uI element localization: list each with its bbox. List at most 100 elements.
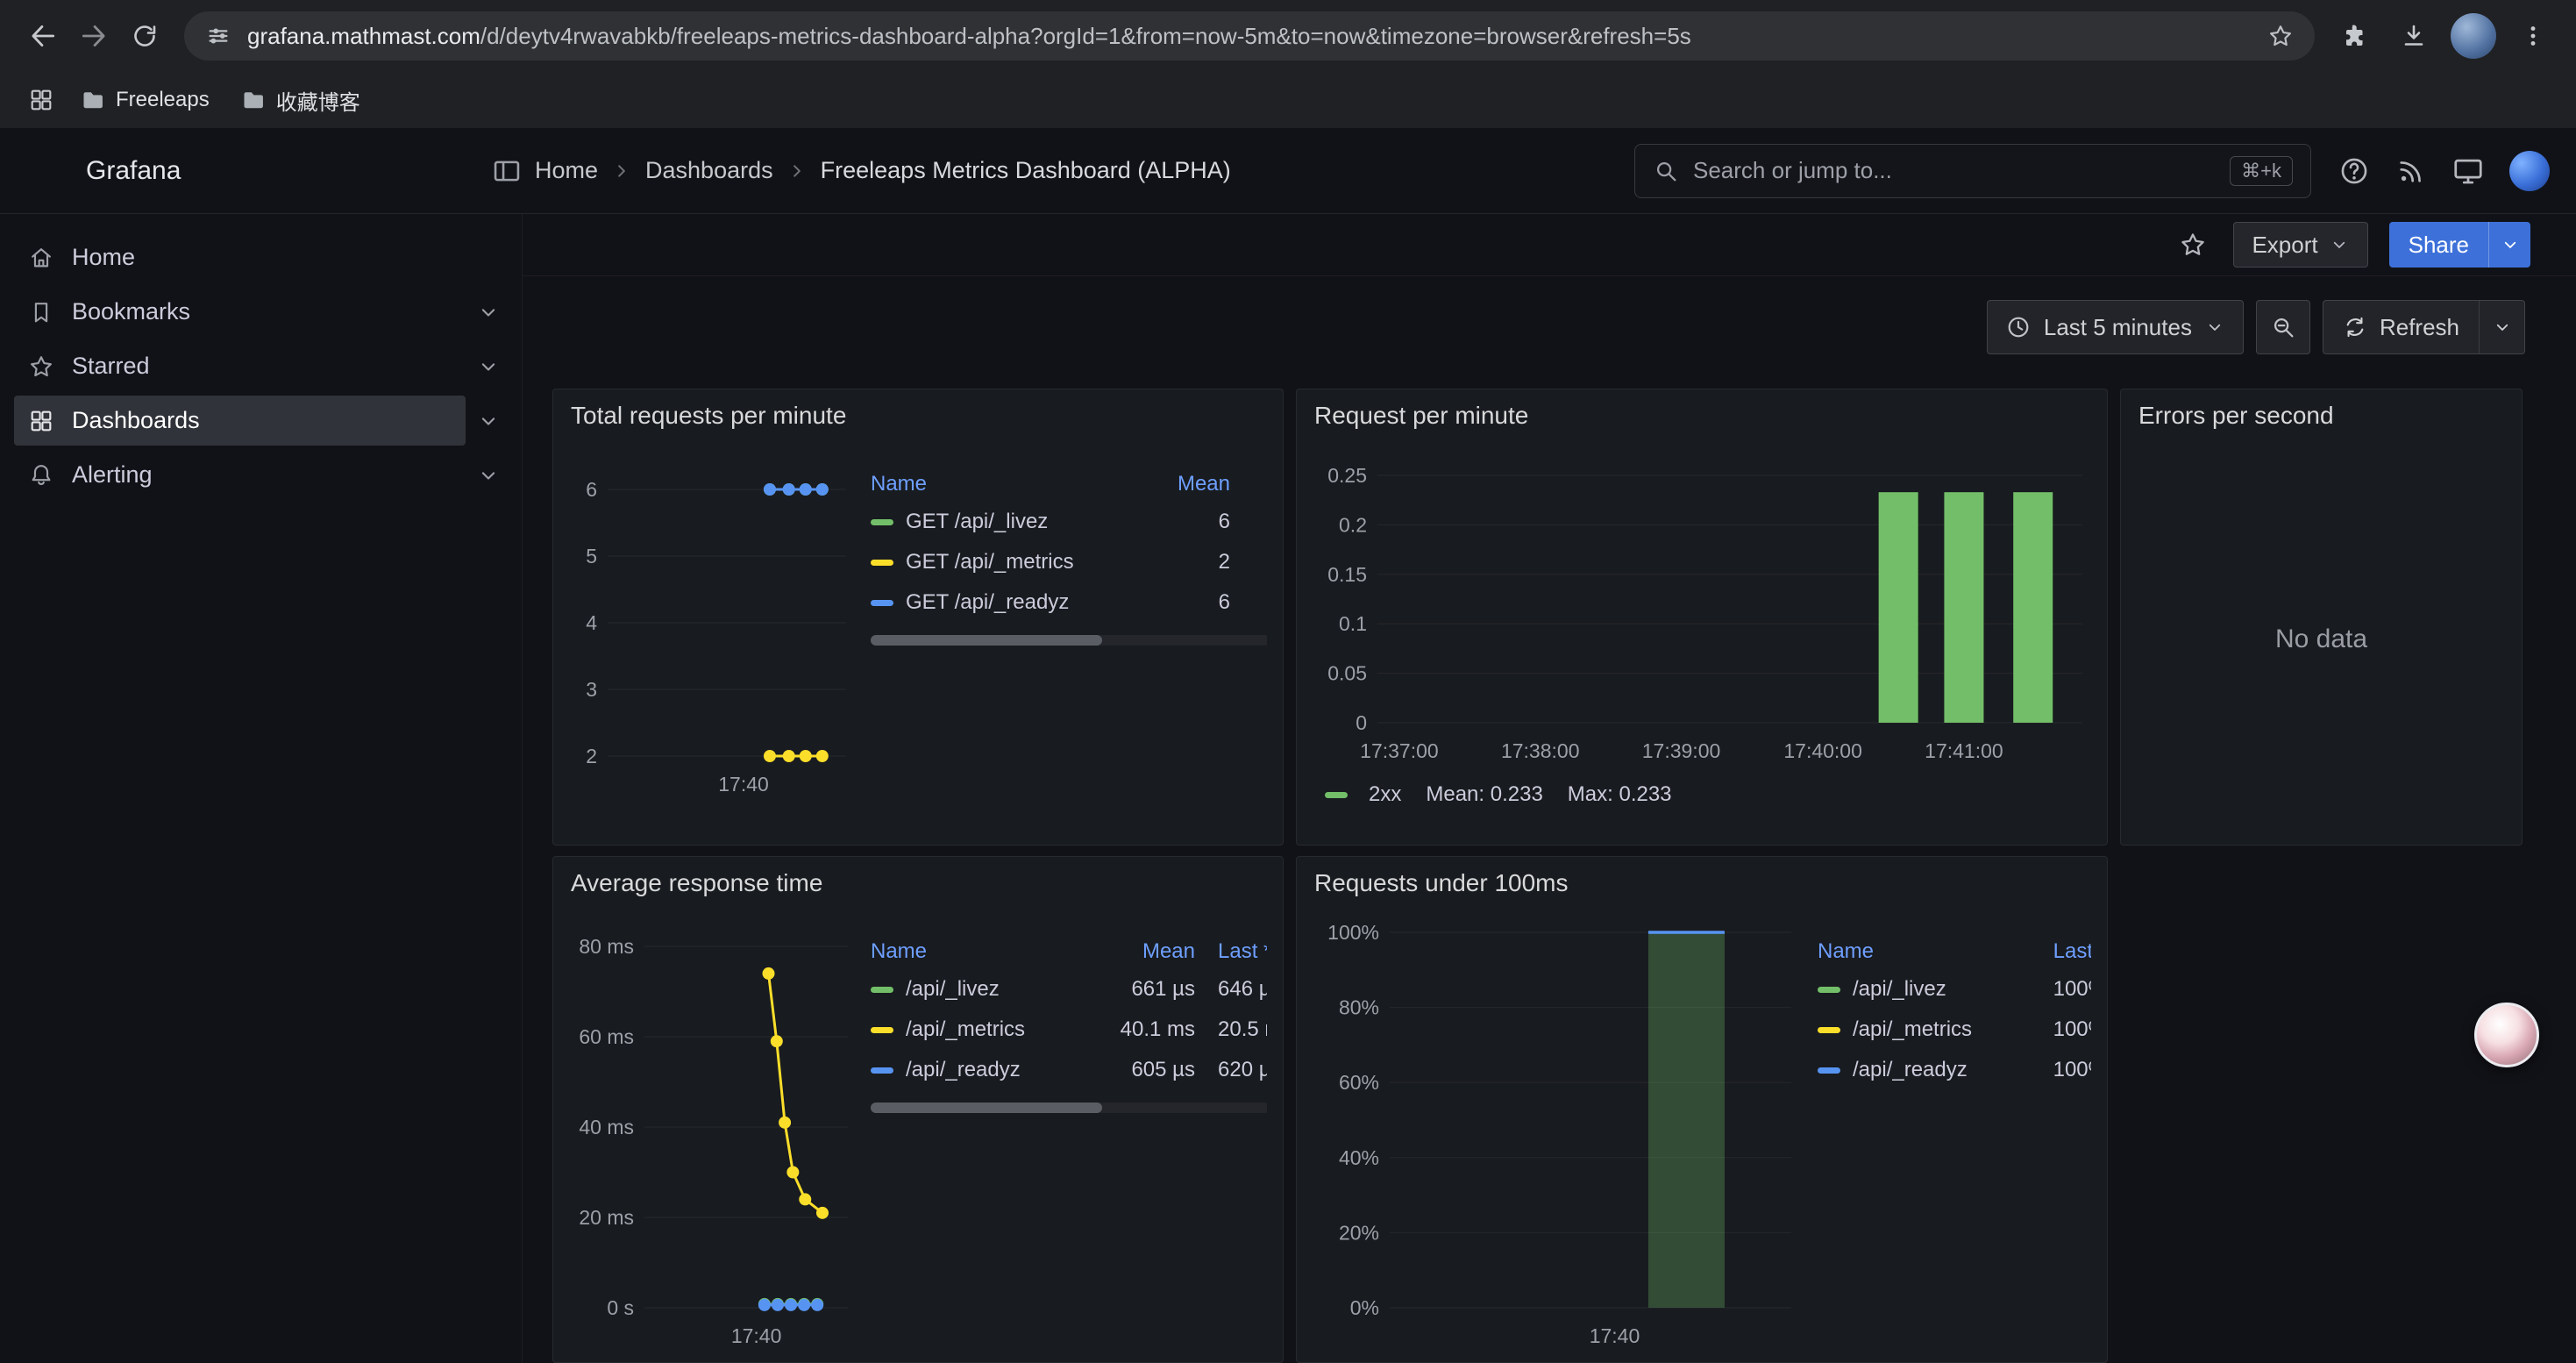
browser-menu-button[interactable] (2508, 11, 2558, 61)
floating-assistant-avatar[interactable] (2474, 1003, 2539, 1067)
legend-header-last[interactable]: Last * (1195, 934, 1267, 969)
legend-row: /api/_readyz 100% (1818, 1050, 2091, 1090)
panel-title[interactable]: Errors per second (2121, 389, 2522, 433)
help-icon[interactable] (2338, 154, 2371, 188)
chevron-down-icon (476, 463, 501, 488)
brand-title: Grafana (86, 156, 181, 186)
svg-text:2: 2 (586, 745, 597, 767)
bookmark-icon (28, 299, 54, 325)
legend-header-mean[interactable]: Mean (1059, 934, 1195, 969)
expand-chevron-button[interactable] (466, 409, 511, 433)
legend-table: Name Mean Last * /api/_livez 661 µs 646 … (871, 934, 1267, 1090)
refresh-button[interactable]: Refresh (2323, 301, 2479, 353)
legend-series-name[interactable]: /api/_livez (871, 969, 1059, 1010)
legend-row: /api/_livez 100% (1818, 969, 2091, 1010)
svg-text:0.15: 0.15 (1327, 563, 1367, 586)
legend-series-name[interactable]: /api/_readyz (871, 1050, 1059, 1090)
legend-series-name[interactable]: /api/_metrics (871, 1010, 1059, 1050)
legend-header-name[interactable]: Name (871, 934, 1059, 969)
legend-series-name[interactable]: /api/_livez (1818, 969, 2002, 1010)
sidebar-item-label: Home (72, 244, 135, 271)
zoom-out-button[interactable] (2256, 300, 2310, 354)
news-rss-icon[interactable] (2395, 155, 2427, 187)
profile-avatar (2451, 13, 2496, 59)
sidebar-item-label: Starred (72, 353, 150, 380)
bookmark-item-freeleaps[interactable]: Freeleaps (68, 81, 222, 119)
expand-chevron-button[interactable] (466, 300, 511, 325)
kebab-menu-icon (2520, 23, 2546, 49)
legend-series-name[interactable]: /api/_readyz (1818, 1050, 2002, 1090)
folder-icon (241, 88, 266, 112)
panel-title[interactable]: Total requests per minute (553, 389, 1283, 433)
legend-series-name[interactable]: GET /api/_readyz (871, 582, 1090, 623)
legend-table: Name Last * /api/_livez 100% /api/_metri… (1818, 934, 2091, 1090)
no-data-message: No data (2121, 433, 2522, 845)
series-swatch (1818, 1067, 1840, 1074)
bar-chart: 00.050.10.150.20.2517:37:0017:38:0017:39… (1313, 433, 2093, 774)
search-box[interactable]: ⌘+k (1634, 144, 2311, 198)
svg-text:60 ms: 60 ms (579, 1025, 634, 1048)
sidebar-link-starred[interactable]: Starred (14, 341, 466, 391)
legend-table: Name Mean GET /api/_livez 6 GET /api/_me… (871, 467, 1230, 623)
panel-title[interactable]: Average response time (553, 857, 1283, 901)
mega-menu-toggle-button[interactable] (491, 155, 523, 187)
chevron-down-icon (476, 354, 501, 379)
monitor-icon[interactable] (2451, 154, 2485, 188)
export-button[interactable]: Export (2233, 222, 2367, 268)
share-menu-button[interactable] (2488, 222, 2530, 268)
chevron-right-icon (610, 160, 633, 182)
expand-chevron-button[interactable] (466, 463, 511, 488)
series-swatch (871, 987, 893, 993)
panel-title[interactable]: Request per minute (1297, 389, 2107, 433)
folder-icon (81, 88, 105, 112)
star-dashboard-button[interactable] (2174, 225, 2212, 264)
browser-back-button[interactable] (18, 11, 68, 61)
apps-shortcut-button[interactable] (21, 80, 61, 120)
breadcrumb-home[interactable]: Home (535, 157, 598, 184)
share-button[interactable]: Share (2389, 222, 2488, 268)
sidebar-link-bookmarks[interactable]: Bookmarks (14, 287, 466, 337)
url-input[interactable]: grafana.mathmast.com/d/deytv4rwavabkb/fr… (184, 11, 2315, 61)
browser-forward-button[interactable] (68, 11, 119, 61)
svg-text:40 ms: 40 ms (579, 1116, 634, 1138)
legend-series-name[interactable]: 2xx (1325, 782, 1401, 807)
sidebar-link-home[interactable]: Home (14, 232, 511, 282)
legend-mean-value: 40.1 ms (1059, 1010, 1195, 1050)
legend-series-name[interactable]: GET /api/_livez (871, 502, 1090, 542)
grafana-logo[interactable] (26, 150, 68, 192)
sidebar-link-dashboards[interactable]: Dashboards (14, 396, 466, 446)
legend-series-name[interactable]: /api/_metrics (1818, 1010, 2002, 1050)
sidebar-link-alerting[interactable]: Alerting (14, 450, 466, 500)
chevron-down-icon (2500, 234, 2521, 255)
panel-title[interactable]: Requests under 100ms (1297, 857, 2107, 901)
scrollbar-thumb[interactable] (871, 1103, 1102, 1113)
bookmark-item-blog[interactable]: 收藏博客 (229, 78, 373, 123)
extensions-button[interactable] (2329, 11, 2380, 61)
expand-chevron-button[interactable] (466, 354, 511, 379)
legend-series-name[interactable]: GET /api/_metrics (871, 542, 1090, 582)
browser-reload-button[interactable] (119, 11, 170, 61)
downloads-button[interactable] (2388, 11, 2439, 61)
legend-row: GET /api/_livez 6 (871, 502, 1230, 542)
time-range-picker[interactable]: Last 5 minutes (1987, 300, 2244, 354)
panel-requests-under-100ms: Requests under 100ms 0%20%40%60%80%100%1… (1296, 856, 2108, 1363)
legend-scrollbar[interactable] (871, 1103, 1267, 1113)
svg-text:60%: 60% (1339, 1071, 1379, 1094)
legend-header-mean[interactable]: Mean (1090, 467, 1230, 502)
scrollbar-thumb[interactable] (871, 635, 1102, 646)
bookmark-star-icon[interactable] (2267, 23, 2294, 49)
refresh-interval-button[interactable] (2479, 301, 2524, 353)
breadcrumb-dashboards[interactable]: Dashboards (645, 157, 773, 184)
legend-scrollbar[interactable] (871, 635, 1267, 646)
legend-header-name[interactable]: Name (1818, 934, 2002, 969)
legend-header-name[interactable]: Name (871, 467, 1090, 502)
legend-header-last[interactable]: Last * (2002, 934, 2091, 969)
search-input[interactable] (1693, 157, 2216, 184)
legend: Name Mean Last * /api/_livez 661 µs 646 … (858, 934, 1267, 1353)
site-controls-icon[interactable] (205, 23, 231, 49)
svg-text:17:40: 17:40 (1590, 1324, 1640, 1347)
svg-text:17:40: 17:40 (718, 773, 769, 796)
browser-profile-button[interactable] (2448, 11, 2499, 61)
user-avatar[interactable] (2509, 151, 2550, 191)
chevron-down-icon (476, 300, 501, 325)
